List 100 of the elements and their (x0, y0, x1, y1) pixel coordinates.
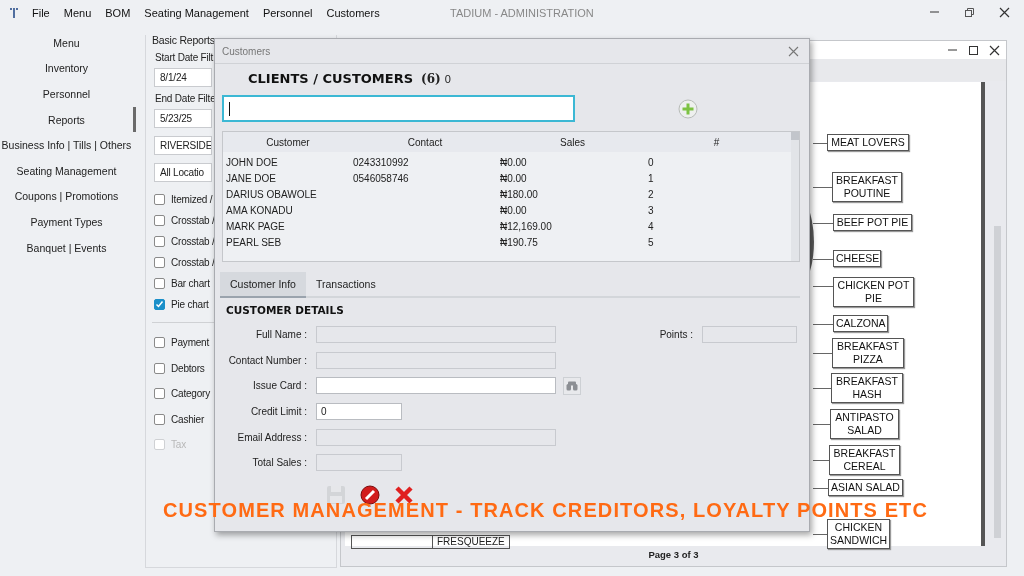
nav-item[interactable]: Business Info | Tills | Others (0, 132, 136, 158)
search-field[interactable] (222, 95, 575, 122)
top-nav-link[interactable]: Personnel (262, 6, 313, 19)
table-cell-text: 0243310992 (352, 156, 410, 168)
checkbox[interactable] (154, 413, 165, 425)
selection-index: 0 (444, 73, 451, 85)
leader-line (813, 286, 833, 287)
leader-line (813, 353, 832, 354)
top-nav-link[interactable]: BOM (105, 6, 131, 19)
search-button[interactable] (563, 377, 581, 395)
checkbox-label: Category (171, 388, 210, 400)
field-label: Credit Limit : (249, 406, 307, 418)
field-label: Email Address : (236, 431, 307, 443)
chart-label: BREAKFAST PIZZA (832, 338, 904, 368)
leader-line (813, 324, 833, 325)
checkbox[interactable] (154, 194, 165, 205)
chart-label: CHEESE (833, 250, 881, 267)
leader-line (813, 388, 831, 389)
checkbox-label: Payment (171, 337, 210, 349)
field-label: Start Date Filt (155, 52, 215, 63)
nav-item[interactable]: Personnel (0, 81, 136, 107)
table-cell-text: ₦0.00 (499, 172, 528, 184)
dropdown[interactable]: All Locatio (154, 163, 212, 182)
checkbox-label: Pie chart (171, 299, 209, 310)
field-label: Total Sales : (251, 457, 307, 469)
tab[interactable]: Transactions (305, 272, 386, 298)
tab[interactable]: Customer Info (220, 272, 306, 298)
table-cell-text: 3 (647, 204, 655, 216)
leader-line (813, 187, 832, 188)
leader-line (813, 143, 827, 144)
maximize-icon[interactable] (968, 44, 979, 56)
group-title: Basic Reports (150, 34, 217, 46)
chart-label: CHICKEN SANDWICH (827, 519, 890, 549)
table-cell-text: PEARL SEB (225, 236, 283, 248)
table-cell-text: ₦190.75 (499, 236, 539, 248)
checkbox[interactable] (154, 215, 165, 226)
chart-label: BREAKFAST HASH (831, 373, 903, 403)
app-logo-icon[interactable] (10, 7, 18, 18)
table-cell-text: ₦0.00 (499, 204, 528, 216)
nav-item[interactable]: Coupons | Promotions (0, 183, 136, 210)
table-cell-text: AMA KONADU (225, 204, 294, 216)
top-nav-link[interactable]: Customers (326, 6, 380, 19)
restore-icon[interactable] (964, 7, 975, 18)
close-icon[interactable] (989, 44, 1000, 56)
checkbox[interactable] (154, 278, 165, 289)
nav-item[interactable]: Banquet | Events (0, 234, 136, 261)
checkbox-label: Debtors (171, 362, 205, 374)
binoculars-icon (566, 381, 578, 391)
column-header[interactable]: # (645, 136, 785, 148)
chart-label: MEAT LOVERS (827, 134, 909, 151)
nav-item[interactable]: Reports (0, 106, 136, 133)
table-cell-text: 0 (647, 156, 655, 168)
table-cell-text: MARK PAGE (225, 220, 286, 232)
nav-item[interactable]: Inventory (0, 55, 136, 82)
column-header[interactable]: Customer (223, 136, 350, 148)
checkbox[interactable] (154, 388, 165, 400)
table-cell-text: 2 (647, 188, 655, 200)
top-nav-link[interactable]: Menu (63, 6, 92, 19)
field-label: Issue Card : (252, 380, 307, 392)
chart-label: BREAKFAST POUTINE (832, 172, 902, 202)
table-cell-text: 4 (647, 220, 655, 232)
chart-label: ASIAN SALAD (828, 479, 903, 496)
date-field[interactable]: 8/1/24 (154, 68, 212, 87)
add-icon[interactable] (678, 98, 698, 119)
input-field[interactable]: 0 (316, 403, 402, 421)
dialog-heading: CLIENTS / CUSTOMERS (248, 71, 414, 86)
checkbox[interactable] (154, 362, 165, 374)
close-icon[interactable] (999, 7, 1010, 18)
field-label: Full Name : (254, 329, 307, 341)
table-cell-text: ₦0.00 (499, 156, 528, 168)
table-cell-text: 5 (647, 236, 655, 248)
customer-count: (6) (421, 72, 441, 86)
scrollbar[interactable] (994, 226, 1001, 538)
chart-label: BREAKFAST CEREAL (829, 445, 900, 475)
dropdown[interactable]: RIVERSIDE (154, 136, 212, 155)
nav-item[interactable]: Menu (0, 30, 136, 56)
table-cell-text: 1 (647, 172, 655, 184)
table-cell-text: 0546058746 (352, 172, 410, 184)
window-title: TADIUM - ADMINISTRATION (450, 6, 594, 19)
leader-line (813, 424, 830, 425)
input-field[interactable] (316, 377, 556, 395)
chart-label: ANTIPASTO SALAD (830, 409, 899, 439)
checkbox[interactable] (154, 299, 165, 310)
top-nav-link[interactable]: File (32, 6, 50, 19)
checkbox[interactable] (154, 257, 165, 268)
field-label: End Date Filte (155, 93, 217, 104)
column-header[interactable]: Sales (497, 136, 645, 148)
checkbox-label: Cashier (171, 413, 205, 425)
page-number: Page 3 of 3 (647, 549, 700, 560)
nav-item[interactable]: Seating Management (0, 157, 136, 184)
field-label: Points : (659, 329, 693, 341)
top-nav-link[interactable]: Seating Management (144, 6, 249, 19)
scrollbar[interactable] (791, 132, 799, 261)
date-field[interactable]: 5/23/25 (154, 109, 212, 128)
checkbox[interactable] (154, 236, 165, 247)
nav-item[interactable]: Payment Types (0, 209, 136, 235)
leader-line (813, 460, 829, 461)
table-cell: FRESQUEEZE (433, 535, 510, 549)
column-header[interactable]: Contact (350, 136, 497, 148)
checkbox[interactable] (154, 337, 165, 349)
